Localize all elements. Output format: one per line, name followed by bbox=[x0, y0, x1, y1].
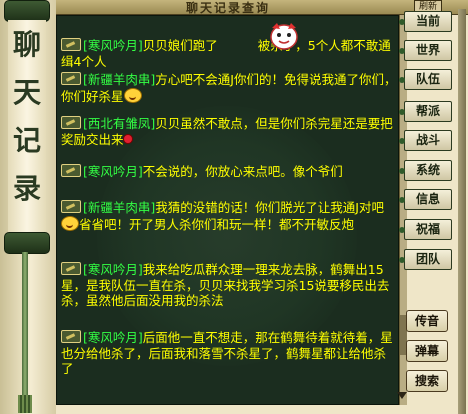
message-text: 省省吧！开了男人杀你们和玩一样！都不开敏反炮 bbox=[79, 216, 355, 232]
rumor-button[interactable]: 传音 bbox=[406, 310, 448, 332]
message-text: 贝贝娘们跑了 bbox=[142, 38, 218, 53]
scroll-title-char: 聊 bbox=[12, 28, 41, 61]
title-scroll-decoration: 聊 天 记 录 bbox=[0, 0, 56, 414]
tab-group[interactable]: 团队 bbox=[399, 249, 452, 270]
channel-filter-column: 当前 世界 队伍 帮派 战斗 系统 信息 祝福 团队 传音 弹幕 搜索 bbox=[399, 9, 466, 414]
tab-world[interactable]: 世界 bbox=[399, 40, 452, 61]
chat-message: [新疆羊肉串]我猜的没错的话！你们脱光了让我通J对吧省省吧！开了男人杀你们和玩一… bbox=[61, 200, 397, 232]
tab-battle[interactable]: 战斗 bbox=[399, 130, 452, 151]
scroll-title-char: 录 bbox=[12, 172, 41, 205]
channel-icon bbox=[61, 72, 81, 85]
channel-icon bbox=[61, 164, 81, 177]
smile-emote-icon bbox=[123, 87, 142, 103]
sender-name[interactable]: [寒风吟月] bbox=[83, 262, 143, 277]
barrage-button[interactable]: 弹幕 bbox=[406, 340, 448, 362]
sender-name[interactable]: [西北有雏凤] bbox=[83, 116, 155, 131]
scroll-title-char: 记 bbox=[12, 124, 41, 157]
tab-info[interactable]: 信息 bbox=[399, 189, 452, 210]
chat-message: [寒风吟月]后面他一直不想走，那在鹤舞待着就待着，星也分给他杀了，后面我和落雪不… bbox=[61, 330, 397, 377]
scroll-rod-top bbox=[4, 0, 50, 22]
sender-name[interactable]: [寒风吟月] bbox=[83, 38, 143, 53]
chat-log[interactable]: [寒风吟月]贝贝娘们跑了 被杀了，5个人都不敢通缉4个人 [新疆羊肉串]方心吧不会… bbox=[56, 15, 399, 405]
chat-message: [寒风吟月]不会说的，你放心来点吧。像个爷们 bbox=[61, 164, 397, 180]
tab-team[interactable]: 队伍 bbox=[399, 69, 452, 90]
chat-message: [西北有雏凤]贝贝虽然不敢点，但是你们杀完星还是要把奖励交出来 bbox=[61, 116, 397, 147]
channel-icon bbox=[61, 262, 81, 275]
channel-icon bbox=[61, 200, 81, 213]
emote-doll-icon bbox=[270, 23, 298, 50]
chat-message: [寒风吟月]贝贝娘们跑了 被杀了，5个人都不敢通缉4个人 bbox=[61, 38, 397, 69]
smile-emote-icon bbox=[61, 215, 79, 231]
scroll-rod-bottom bbox=[4, 232, 50, 254]
sender-name[interactable]: [寒风吟月] bbox=[83, 330, 143, 345]
sender-name[interactable]: [寒风吟月] bbox=[83, 164, 143, 179]
tab-current[interactable]: 当前 bbox=[399, 11, 452, 32]
tab-guild[interactable]: 帮派 bbox=[399, 101, 452, 122]
channel-icon bbox=[61, 38, 81, 51]
tab-blessing[interactable]: 祝福 bbox=[399, 219, 452, 240]
tab-system[interactable]: 系统 bbox=[399, 160, 452, 181]
tassel-cord bbox=[22, 252, 28, 402]
sender-name[interactable]: [新疆羊肉串] bbox=[83, 200, 155, 215]
sender-name[interactable]: [新疆羊肉串] bbox=[83, 72, 155, 87]
window-title: 聊天记录查询 bbox=[186, 1, 271, 15]
tassel-fringe bbox=[18, 395, 32, 413]
chat-message: [寒风吟月]我来给吃瓜群众理一理来龙去脉，鹤舞出15星，是我队伍一直在杀，贝贝来… bbox=[61, 262, 397, 309]
search-button[interactable]: 搜索 bbox=[406, 370, 448, 392]
scroll-title-char: 天 bbox=[12, 76, 41, 109]
channel-icon bbox=[61, 330, 81, 343]
chat-message: [新疆羊肉串]方心吧不会通J你们的！免得说我通了你们，你们好杀星 bbox=[61, 72, 397, 104]
message-text: 我猜的没错的话！你们脱光了让我通J对吧 bbox=[155, 200, 384, 215]
side-frame bbox=[458, 9, 466, 414]
channel-icon bbox=[61, 116, 81, 129]
rose-emote-icon bbox=[123, 134, 132, 143]
message-text: 不会说的，你放心来点吧。像个爷们 bbox=[142, 164, 343, 179]
